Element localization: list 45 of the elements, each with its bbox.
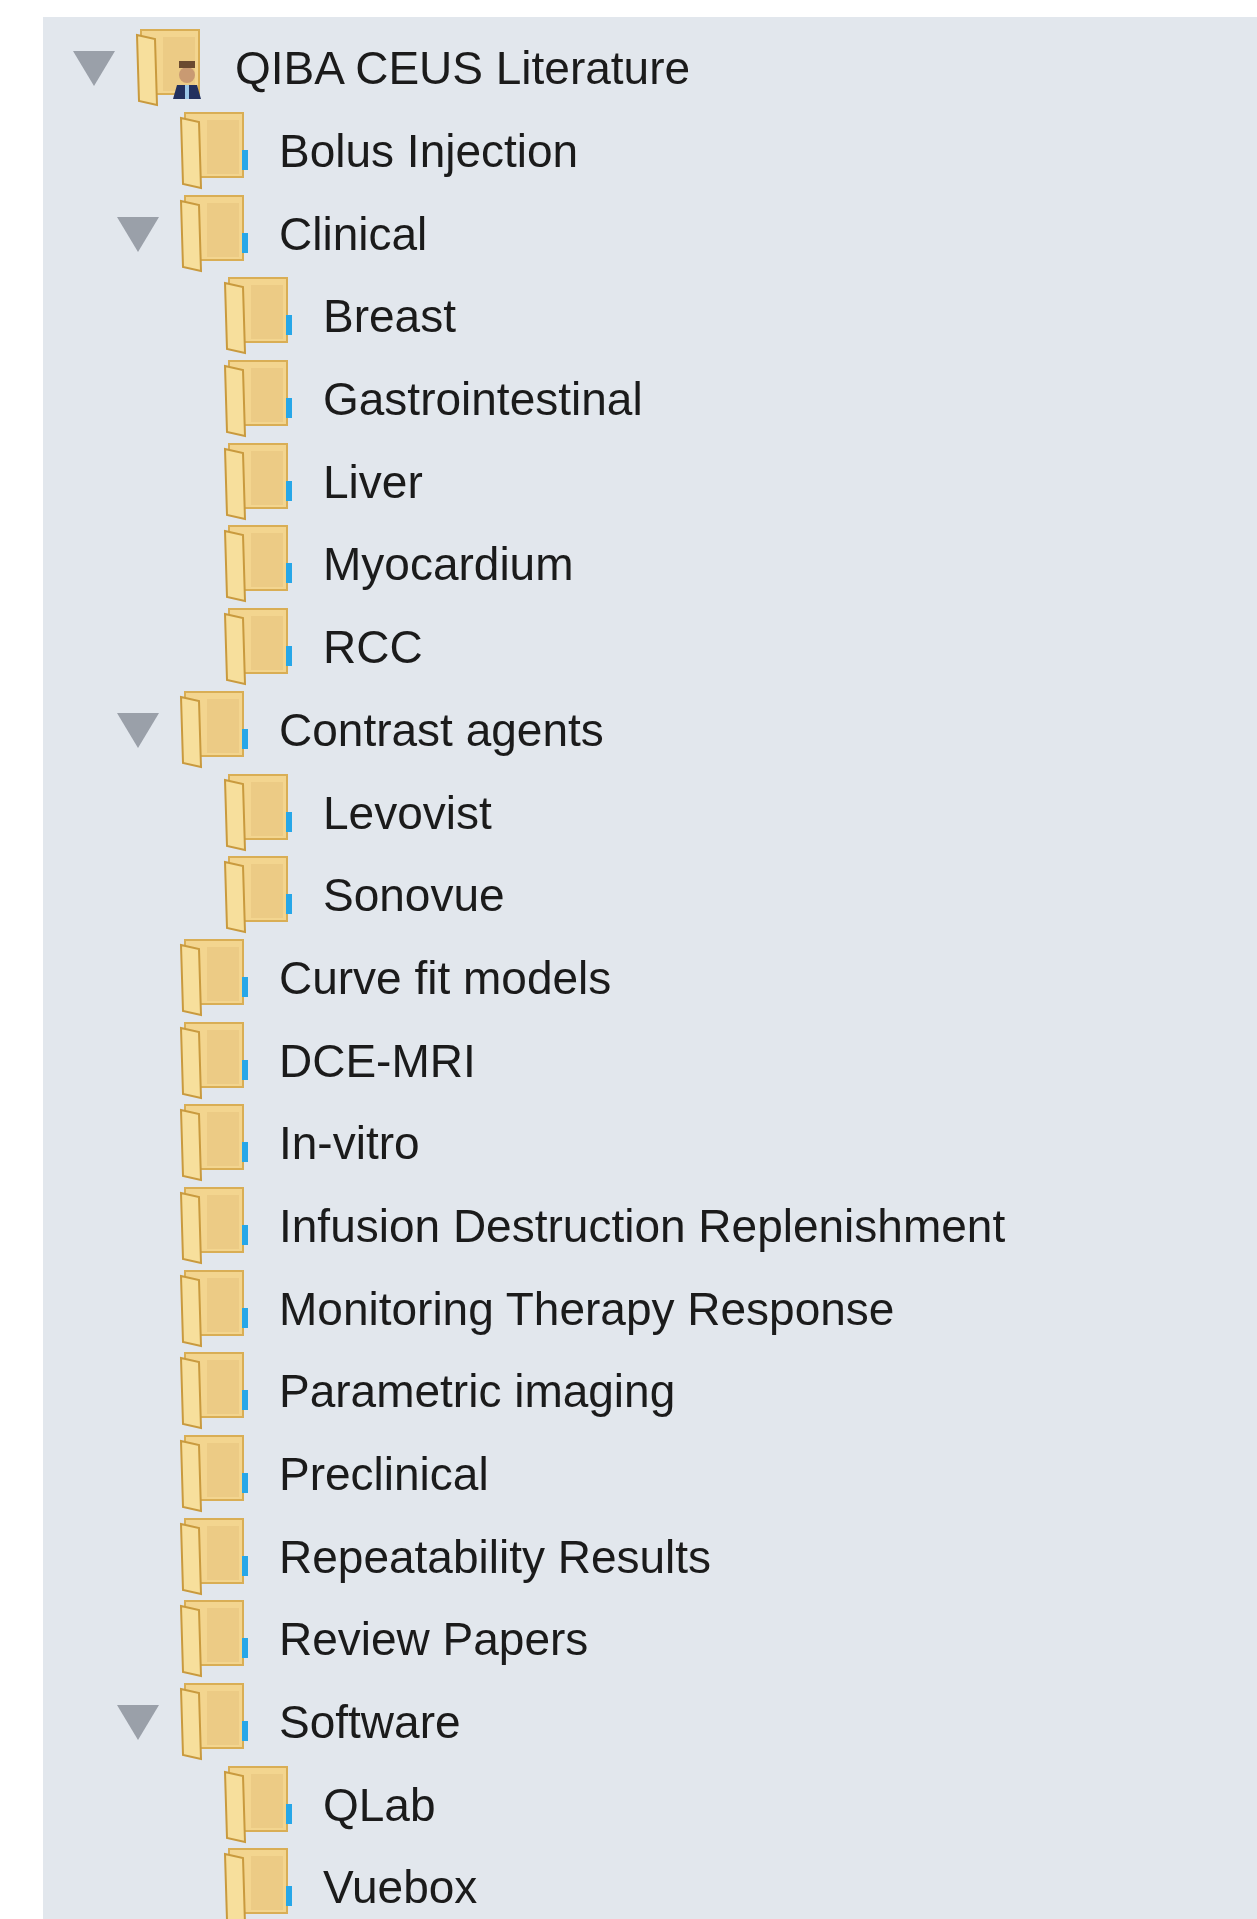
folder-icon xyxy=(179,938,251,1017)
folder-icon xyxy=(223,277,295,356)
folder-icon xyxy=(179,1600,251,1679)
folder-icon xyxy=(223,1765,295,1844)
folder-label[interactable]: Clinical xyxy=(279,206,428,261)
folder-label[interactable]: Review Papers xyxy=(279,1612,589,1667)
folder-label[interactable]: QIBA CEUS Literature xyxy=(235,41,691,96)
folder-label[interactable]: Repeatability Results xyxy=(279,1529,712,1584)
folder-label[interactable]: Bolus Injection xyxy=(279,124,579,179)
folder-icon xyxy=(223,360,295,439)
folder-icon xyxy=(223,856,295,935)
folder-icon xyxy=(179,1104,251,1183)
folder-label[interactable]: Breast xyxy=(323,289,456,344)
folder-icon xyxy=(179,1186,251,1265)
folder-icon xyxy=(179,1021,251,1100)
folder-label[interactable]: RCC xyxy=(323,620,423,675)
folder-icon xyxy=(179,690,251,769)
folder-label[interactable]: Monitoring Therapy Response xyxy=(279,1281,895,1336)
folder-icon xyxy=(179,1435,251,1514)
folder-icon xyxy=(223,1848,295,1919)
folder-label[interactable]: Preclinical xyxy=(279,1447,489,1502)
folder-label[interactable]: Gastrointestinal xyxy=(323,372,643,427)
folder-icon xyxy=(223,525,295,604)
folder-label[interactable]: In-vitro xyxy=(279,1116,420,1171)
folder-icon xyxy=(179,194,251,273)
folder-label[interactable]: Parametric imaging xyxy=(279,1364,676,1419)
folder-label[interactable]: Levovist xyxy=(323,785,492,840)
folder-label[interactable]: QLab xyxy=(323,1777,436,1832)
folder-icon xyxy=(223,773,295,852)
folder-label[interactable]: Infusion Destruction Replenishment xyxy=(279,1198,1006,1253)
folder-icon xyxy=(223,608,295,687)
folder-icon xyxy=(223,442,295,521)
folder-label[interactable]: Software xyxy=(279,1695,461,1750)
folder-label[interactable]: Sonovue xyxy=(323,868,505,923)
folder-icon xyxy=(179,1517,251,1596)
folder-label[interactable]: Contrast agents xyxy=(279,702,604,757)
folder-label[interactable]: Myocardium xyxy=(323,537,574,592)
folder-icon xyxy=(179,1352,251,1431)
folder-label[interactable]: Vuebox xyxy=(323,1860,478,1915)
folder-label[interactable]: DCE-MRI xyxy=(279,1033,476,1088)
folder-icon xyxy=(179,1269,251,1348)
folder-icon xyxy=(179,112,251,191)
folder-icon xyxy=(179,1683,251,1762)
folder-label[interactable]: Curve fit models xyxy=(279,950,612,1005)
folder-label[interactable]: Liver xyxy=(323,454,423,509)
